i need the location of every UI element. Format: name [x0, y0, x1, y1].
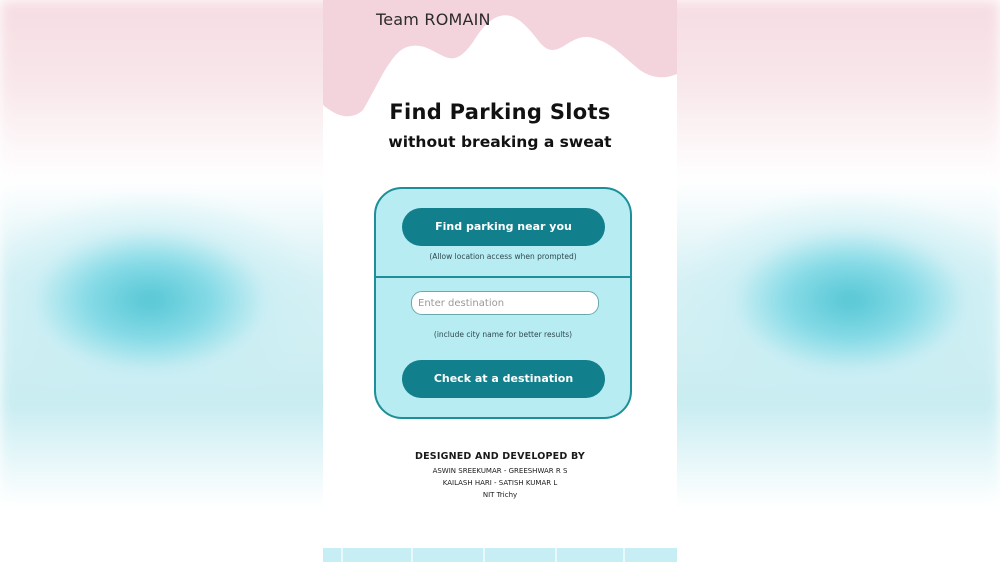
card-divider: [376, 276, 630, 278]
page-subtitle: without breaking a sweat: [388, 133, 612, 151]
strip-divider: [623, 548, 625, 562]
strip-divider: [555, 548, 557, 562]
strip-divider: [411, 548, 413, 562]
search-card: Find parking near you (Allow location ac…: [374, 187, 632, 419]
bottom-strip: [323, 548, 677, 562]
destination-input[interactable]: [411, 291, 599, 315]
app-screen: Team ROMAIN Find Parking Slots without b…: [323, 0, 677, 562]
location-hint: (Allow location access when prompted): [429, 252, 577, 261]
page-title: Find Parking Slots: [389, 100, 611, 124]
team-name: Team ROMAIN: [376, 10, 491, 29]
credits-section: DESIGNED AND DEVELOPED BY ASWIN SREEKUMA…: [323, 451, 677, 501]
credits-line: KAILASH HARI - SATISH KUMAR L: [442, 479, 558, 487]
credits-line: NIT Trichy: [482, 491, 518, 499]
strip-divider: [341, 548, 343, 562]
credits-line: ASWIN SREEKUMAR - GREESHWAR R S: [432, 467, 568, 475]
find-parking-near-you-button[interactable]: Find parking near you: [402, 208, 605, 246]
credits-heading: DESIGNED AND DEVELOPED BY: [415, 451, 585, 462]
strip-divider: [483, 548, 485, 562]
city-hint: (include city name for better results): [433, 330, 573, 339]
check-destination-button[interactable]: Check at a destination: [402, 360, 605, 398]
screenshot-stage: Team ROMAIN Find Parking Slots without b…: [0, 0, 1000, 562]
